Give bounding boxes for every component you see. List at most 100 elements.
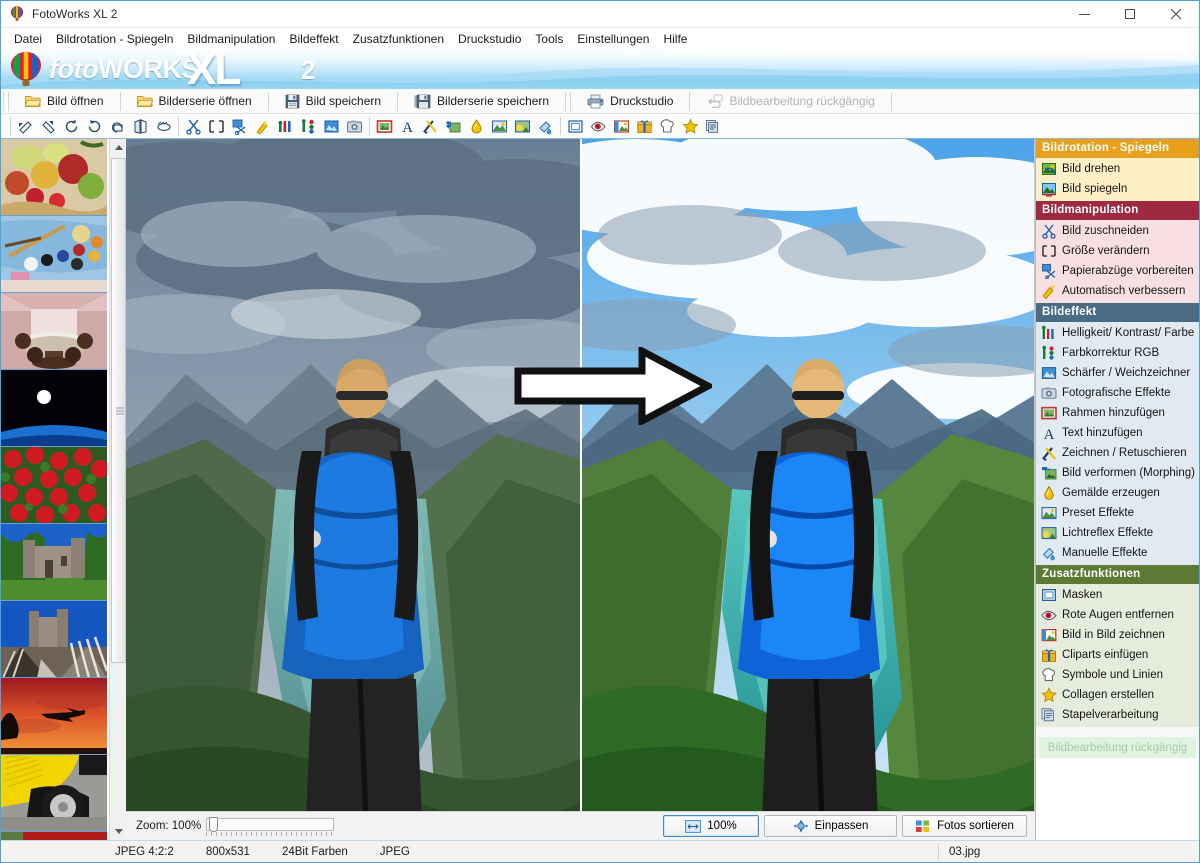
thumbnail-strip[interactable] bbox=[1, 139, 109, 840]
draw-retouch-button[interactable] bbox=[419, 115, 442, 137]
sidebar-item-bild-zuschneiden[interactable]: Bild zuschneiden bbox=[1036, 221, 1199, 241]
after-image[interactable] bbox=[582, 139, 1034, 811]
sidebar-item-gemaelde-erzeugen[interactable]: Gemälde erzeugen bbox=[1036, 483, 1199, 503]
maximize-button[interactable] bbox=[1107, 1, 1153, 28]
print-studio-button[interactable]: Druckstudio bbox=[573, 90, 687, 113]
flip-horizontal-button[interactable] bbox=[106, 115, 129, 137]
save-series-button[interactable]: Bilderserie speichern bbox=[400, 90, 563, 113]
list-item[interactable] bbox=[1, 832, 107, 840]
menu-item-bildmanipulation[interactable]: Bildmanipulation bbox=[180, 30, 282, 48]
rotate-right-button[interactable] bbox=[37, 115, 60, 137]
add-text-button[interactable]: A bbox=[396, 115, 419, 137]
sharpen-blur-button[interactable] bbox=[320, 115, 343, 137]
menu-item-bildrotation[interactable]: Bildrotation - Spiegeln bbox=[49, 30, 180, 48]
sidebar-item-farbkorrektur-rgb[interactable]: Farbkorrektur RGB bbox=[1036, 343, 1199, 363]
scroll-down-button[interactable] bbox=[110, 823, 127, 840]
add-frame-button[interactable] bbox=[373, 115, 396, 137]
list-item[interactable] bbox=[1, 755, 107, 832]
sidebar-item-lichtreflex-effekte[interactable]: Lichtreflex Effekte bbox=[1036, 523, 1199, 543]
perspective-button[interactable] bbox=[152, 115, 175, 137]
cliparts-button[interactable] bbox=[633, 115, 656, 137]
list-item[interactable] bbox=[1, 370, 107, 447]
batch-processing-button[interactable] bbox=[702, 115, 725, 137]
brightness-contrast-button[interactable] bbox=[274, 115, 297, 137]
red-eye-button[interactable] bbox=[587, 115, 610, 137]
menu-item-bildeffekt[interactable]: Bildeffekt bbox=[282, 30, 345, 48]
sidebar-item-collagen-erstellen[interactable]: Collagen erstellen bbox=[1036, 685, 1199, 705]
collage-button[interactable] bbox=[679, 115, 702, 137]
sort-photos-button[interactable]: Fotos sortieren bbox=[902, 815, 1027, 837]
fit-to-window-button[interactable]: Einpassen bbox=[764, 815, 897, 837]
sidebar-item-bild-verformen[interactable]: Bild verformen (Morphing) bbox=[1036, 463, 1199, 483]
sidebar-item-zeichnen-retuschieren[interactable]: Zeichnen / Retuschieren bbox=[1036, 443, 1199, 463]
sidebar-item-manuelle-effekte[interactable]: Manuelle Effekte bbox=[1036, 543, 1199, 563]
sidebar-item-schaerfer-weichzeichner[interactable]: Schärfer / Weichzeichner bbox=[1036, 363, 1199, 383]
sidebar-item-groesse-veraendern[interactable]: Größe verändern bbox=[1036, 241, 1199, 261]
photo-effects-button[interactable] bbox=[343, 115, 366, 137]
rotate-cw-button[interactable] bbox=[60, 115, 83, 137]
menu-item-datei[interactable]: Datei bbox=[7, 30, 49, 48]
sidebar-item-fotografische-effekte[interactable]: Fotografische Effekte bbox=[1036, 383, 1199, 403]
open-series-button[interactable]: Bilderserie öffnen bbox=[123, 90, 266, 113]
masks-button[interactable] bbox=[564, 115, 587, 137]
painting-button[interactable] bbox=[465, 115, 488, 137]
sidebar-item-preset-effekte[interactable]: Preset Effekte bbox=[1036, 503, 1199, 523]
actual-size-label: 100% bbox=[707, 820, 737, 832]
scrollbar-thumb[interactable] bbox=[111, 158, 126, 663]
sidebar-item-symbole-und-linien[interactable]: Symbole und Linien bbox=[1036, 665, 1199, 685]
list-item[interactable] bbox=[1, 678, 107, 755]
flip-vertical-button[interactable] bbox=[129, 115, 152, 137]
close-button[interactable] bbox=[1153, 1, 1199, 28]
sidebar-item-rote-augen-entfernen[interactable]: Rote Augen entfernen bbox=[1036, 605, 1199, 625]
scroll-up-button[interactable] bbox=[110, 139, 127, 156]
list-item[interactable] bbox=[1, 139, 107, 216]
sidebar-item-automatisch-verbessern[interactable]: Automatisch verbessern bbox=[1036, 281, 1199, 301]
thumbnail-scrollbar[interactable] bbox=[109, 139, 127, 840]
list-item[interactable] bbox=[1, 293, 107, 370]
sidebar-item-bild-in-bild-zeichnen[interactable]: Bild in Bild zeichnen bbox=[1036, 625, 1199, 645]
menu-item-druckstudio[interactable]: Druckstudio bbox=[451, 30, 528, 48]
undo-edit-button[interactable]: Bildbearbeitung rückgängig bbox=[692, 90, 888, 113]
sidebar-item-rahmen-hinzufuegen[interactable]: Rahmen hinzufügen bbox=[1036, 403, 1199, 423]
save-image-button[interactable]: Bild speichern bbox=[271, 90, 395, 113]
color-correction-button[interactable] bbox=[297, 115, 320, 137]
menu-item-tools[interactable]: Tools bbox=[528, 30, 570, 48]
auto-enhance-button[interactable] bbox=[251, 115, 274, 137]
before-image[interactable] bbox=[126, 139, 580, 811]
sidebar-item-stapelverarbeitung[interactable]: Stapelverarbeitung bbox=[1036, 705, 1199, 725]
image-canvas[interactable] bbox=[126, 139, 1035, 811]
paper-prints-button[interactable] bbox=[228, 115, 251, 137]
sidebar-item-cliparts-einfuegen[interactable]: Cliparts einfügen bbox=[1036, 645, 1199, 665]
rotate-left-button[interactable] bbox=[14, 115, 37, 137]
list-item[interactable] bbox=[1, 601, 107, 678]
manual-effects-button[interactable] bbox=[534, 115, 557, 137]
list-item[interactable] bbox=[1, 447, 107, 524]
resize-button[interactable] bbox=[205, 115, 228, 137]
menu-item-einstellungen[interactable]: Einstellungen bbox=[570, 30, 656, 48]
menu-item-hilfe[interactable]: Hilfe bbox=[656, 30, 694, 48]
menu-item-zusatzfunktionen[interactable]: Zusatzfunktionen bbox=[346, 30, 451, 48]
rotate-ccw-button[interactable] bbox=[83, 115, 106, 137]
light-reflex-button[interactable] bbox=[511, 115, 534, 137]
sidebar-item-text-hinzufuegen[interactable]: A Text hinzufügen bbox=[1036, 423, 1199, 443]
zoom-slider-knob[interactable] bbox=[209, 816, 219, 832]
sidebar-item-papierabzuege[interactable]: Papierabzüge vorbereiten bbox=[1036, 261, 1199, 281]
crop-button[interactable] bbox=[182, 115, 205, 137]
sidebar-item-bild-spiegeln[interactable]: Bild spiegeln bbox=[1036, 179, 1199, 199]
sidebar-item-bild-drehen[interactable]: Bild drehen bbox=[1036, 159, 1199, 179]
symbols-lines-button[interactable] bbox=[656, 115, 679, 137]
sidebar-item-masken[interactable]: Masken bbox=[1036, 585, 1199, 605]
list-item[interactable] bbox=[1, 524, 107, 601]
zoom-slider[interactable] bbox=[206, 816, 335, 836]
actual-size-button[interactable]: 100% bbox=[663, 815, 759, 837]
main-toolbar: Bild öffnen Bilderserie öffnen Bild spei… bbox=[1, 89, 1199, 114]
sidebar-undo-button[interactable]: Bildbearbeitung rückgängig bbox=[1039, 737, 1196, 758]
minimize-button[interactable] bbox=[1061, 1, 1107, 28]
preset-effects-button[interactable] bbox=[488, 115, 511, 137]
open-image-button[interactable]: Bild öffnen bbox=[11, 90, 118, 113]
morphing-button[interactable] bbox=[442, 115, 465, 137]
sidebar-item-helligkeit-kontrast-farbe[interactable]: Helligkeit/ Kontrast/ Farbe bbox=[1036, 323, 1199, 343]
list-item[interactable] bbox=[1, 216, 107, 293]
sidebar-item-label: Masken bbox=[1062, 589, 1103, 601]
picture-in-picture-button[interactable] bbox=[610, 115, 633, 137]
